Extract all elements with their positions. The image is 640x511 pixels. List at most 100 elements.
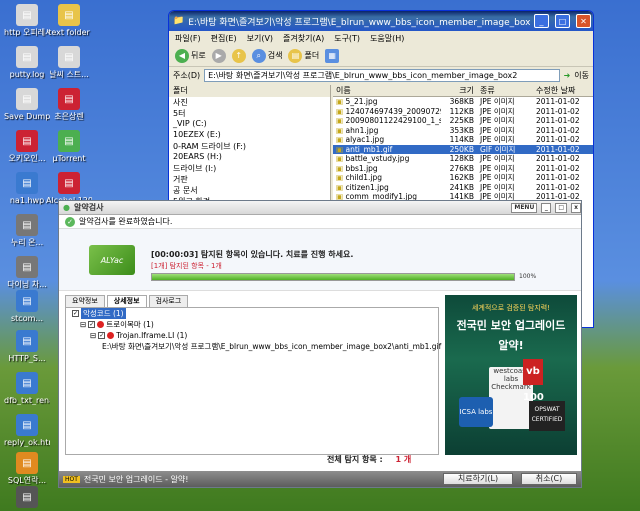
file-row[interactable]: 20090801122429100_1_sh... 225KB JPE 이미지 201… — [333, 116, 593, 126]
desktop-icon[interactable]: ▤ http 오피레시... — [4, 4, 50, 37]
desktop-icon[interactable]: ▤sql_form.sql — [4, 486, 50, 511]
desktop-icon[interactable]: ▤ 누리 온... — [4, 214, 50, 247]
desktop-icon[interactable]: ▤ 오키오인... — [4, 130, 50, 163]
menu-help[interactable]: 도움말(H) — [370, 33, 404, 44]
tree-node[interactable]: ✓ 악성코드 (1) — [66, 308, 438, 319]
desktop-icon[interactable]: ▤ 초은상렌 — [46, 88, 92, 121]
hot-badge: HOT — [63, 475, 80, 483]
av-maximize-button[interactable]: □ — [555, 202, 567, 213]
file-row[interactable]: citizen1.jpg 241KB JPE 이미지 2011-01-02 — [333, 183, 593, 193]
menu-favorites[interactable]: 즐겨찾기(A) — [283, 33, 324, 44]
av-status-line: ✓ 알약검사를 완료하였습니다. — [59, 215, 581, 229]
folder-tree-item[interactable]: 10EZEX (E:) — [169, 130, 330, 141]
desktop-icon[interactable]: ▤ HTTP_S... — [4, 330, 50, 363]
desktop-icon[interactable]: ▤ µTorrent — [46, 130, 92, 163]
folder-tree-item[interactable]: 20EARS (H:) — [169, 152, 330, 163]
alyac-icon: ● — [63, 203, 70, 212]
expand-toggle-icon[interactable]: ⊟ — [80, 319, 86, 330]
file-date: 2011-01-02 — [536, 106, 580, 116]
desktop-icon[interactable]: ▤ putty.log — [4, 46, 50, 79]
file-type: JPE 이미지 — [480, 154, 515, 163]
treat-button[interactable]: 치료하기(L) — [443, 473, 513, 485]
desktop-icon[interactable]: ▤ Save Dump.txt — [4, 88, 50, 121]
file-icon: ▤ — [16, 4, 38, 26]
file-name: 20090801122429100_1_sh... — [333, 116, 441, 126]
tab-scan-log[interactable]: 검사로그 — [148, 295, 189, 307]
promo-banner[interactable]: 세계적으로 검증된 탐지력! 전국민 보안 업그레이드 알약! westcoas… — [445, 295, 577, 455]
desktop-icon-label: SQL연락... — [7, 476, 47, 485]
desktop-icon[interactable]: ▤ reply_ok.htm — [4, 414, 50, 447]
file-type: JPE 이미지 — [480, 163, 515, 173]
expand-toggle-icon[interactable]: ⊟ — [90, 330, 96, 341]
tree-checkbox[interactable]: ✓ — [88, 321, 96, 328]
total-detections: 전체 탐지 항목 : 1 개 — [327, 454, 411, 465]
minimize-button[interactable]: _ — [534, 14, 549, 28]
up-button[interactable]: ↑ — [231, 48, 246, 63]
file-date: 2011-01-02 — [536, 144, 580, 154]
tree-checkbox[interactable]: ✓ — [72, 310, 79, 317]
folder-tree-item[interactable]: 사진 — [169, 97, 330, 108]
close-button[interactable]: ✕ — [576, 14, 591, 28]
desktop-icon-label: 초은상렌 — [54, 112, 84, 121]
tab-details[interactable]: 상세정보 — [106, 295, 147, 307]
file-type: JPE 이미지 — [480, 135, 515, 144]
av-menu-button[interactable]: MENU — [511, 202, 538, 213]
tree-node[interactable]: ⊟ ✓ Trojan.Iframe.LI (1) — [66, 330, 438, 341]
menu-file[interactable]: 파일(F) — [175, 33, 201, 44]
file-size: 250KB — [449, 144, 474, 154]
desktop-icon[interactable]: ▤ 다이닝 차... — [4, 256, 50, 289]
folder-tree-item[interactable]: 드라이브 (I:) — [169, 163, 330, 174]
tree-node[interactable]: E:\바탕 화면\즐겨보기\악성 프로그램\E_blrun_www_bbs_ic… — [66, 341, 442, 352]
file-type: JPE 이미지 — [480, 125, 515, 135]
desktop-icon[interactable]: ▤ SQL연락... — [4, 452, 50, 485]
desktop-icon[interactable]: ▤ dfb_txt_rename.htm — [4, 372, 50, 405]
footer-promo-text[interactable]: 전국민 보안 업그레이드 - 알약! — [84, 474, 189, 485]
menu-edit[interactable]: 편집(E) — [211, 33, 237, 44]
tab-summary[interactable]: 요약정보 — [65, 295, 105, 307]
av-titlebar[interactable]: ● 알약검사 MENU _ □ x — [59, 201, 581, 215]
forward-button[interactable]: ▶ — [211, 48, 226, 63]
maximize-button[interactable]: □ — [555, 14, 570, 28]
folder-icon: 📁 — [173, 16, 185, 26]
folder-tree-item[interactable]: 거판 — [169, 174, 330, 185]
file-row[interactable]: battle_vstudy.jpg 128KB JPE 이미지 2011-01-02 — [333, 154, 593, 164]
search-button[interactable]: ⌕ 검색 — [251, 48, 282, 63]
folder-tree-item[interactable]: 5터 — [169, 108, 330, 119]
desktop-icon[interactable]: ▤ stcom... — [4, 290, 50, 323]
tree-node-label: 악성코드 (1) — [81, 308, 126, 319]
address-input[interactable]: E:\바탕 화면\즐겨보기\악성 프로그램\E_blrun_www_bbs_ic… — [204, 68, 560, 82]
file-row[interactable]: bbs1.jpg 276KB JPE 이미지 2011-01-02 — [333, 164, 593, 174]
file-row[interactable]: alyac1.jpg 114KB JPE 이미지 2011-01-02 — [333, 135, 593, 145]
explorer-titlebar[interactable]: 📁 E:\바탕 화면\즐겨보기\악성 프로그램\E_blrun_www_bbs_… — [169, 11, 593, 31]
column-name[interactable]: 이름 — [333, 85, 441, 96]
go-arrow-icon[interactable]: ➜ — [564, 71, 571, 80]
column-modified[interactable]: 수정한 날짜 — [533, 85, 593, 96]
file-row[interactable]: ahn1.jpg 353KB JPE 이미지 2011-01-02 — [333, 126, 593, 136]
folder-tree-item[interactable]: 공 문서 — [169, 185, 330, 196]
menu-view[interactable]: 보기(V) — [247, 33, 273, 44]
folder-tree-item[interactable]: 0-RAM 드라이브 (F:) — [169, 141, 330, 152]
av-close-button[interactable]: x — [571, 202, 581, 213]
menu-tools[interactable]: 도구(T) — [334, 33, 360, 44]
cancel-button[interactable]: 취소(C) — [521, 473, 577, 485]
back-button[interactable]: ◀ 뒤로 — [175, 48, 206, 63]
file-row[interactable]: child1.jpg 162KB JPE 이미지 2011-01-02 — [333, 173, 593, 183]
column-type[interactable]: 종류 — [477, 85, 533, 96]
tree-checkbox[interactable]: ✓ — [98, 332, 106, 339]
go-button[interactable]: 이동 — [574, 70, 589, 81]
file-row[interactable]: 124074697439_20090729... 112KB JPE 이미지 2011… — [333, 107, 593, 117]
file-date: 2011-01-02 — [536, 154, 580, 163]
desktop-icon[interactable]: ▤ 날씨 스트... — [46, 46, 92, 79]
alyac-logo: ALYac — [89, 245, 135, 275]
folder-tree-item[interactable]: _VIP (C:) — [169, 119, 330, 130]
desktop-icon[interactable]: ▤ na1.hwp — [4, 172, 50, 205]
tree-node[interactable]: ⊟ ✓ 트로이목마 (1) — [66, 319, 438, 330]
folders-button[interactable]: ▤ 폴더 — [288, 48, 319, 63]
av-minimize-button[interactable]: _ — [541, 202, 552, 213]
tree-node-label: E:\바탕 화면\즐겨보기\악성 프로그램\E_blrun_www_bbs_ic… — [102, 342, 442, 351]
desktop-icon[interactable]: ▤ text folder — [46, 4, 92, 37]
file-row[interactable]: anti_mb1.gif 250KB GIF 이미지 2011-01-02 — [333, 144, 593, 154]
file-row[interactable]: 5_21.jpg 368KB JPE 이미지 2011-01-02 — [333, 97, 593, 107]
column-size[interactable]: 크기 — [441, 85, 477, 96]
views-button[interactable]: ▦ — [325, 48, 340, 63]
